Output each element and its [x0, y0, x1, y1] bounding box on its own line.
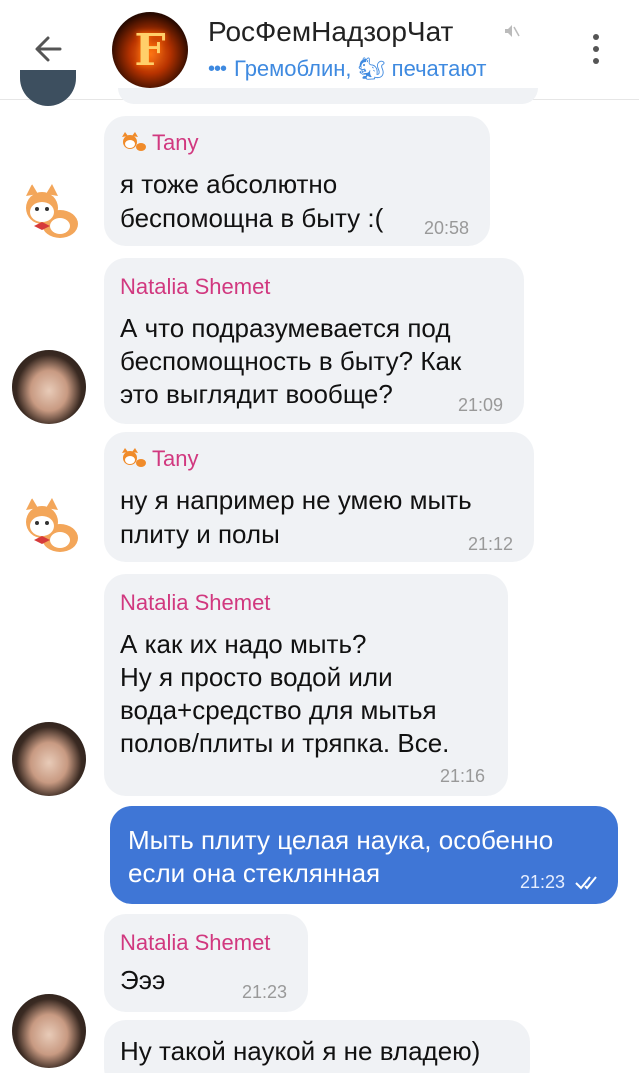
message-text-line: я тоже абсолютно	[120, 169, 338, 199]
fox-sticker-avatar[interactable]	[16, 180, 82, 246]
message-bubble[interactable]: Ну такой наукой я не владею)	[104, 1020, 530, 1073]
message-bubble[interactable]: Natalia Shemet А как их надо мыть? Ну я …	[104, 574, 508, 796]
message-sender[interactable]: Natalia Shemet	[120, 274, 270, 300]
chat-avatar[interactable]: F	[112, 12, 188, 88]
read-checkmarks-icon	[575, 876, 597, 890]
message-time: 21:23	[242, 982, 288, 1002]
message-text-line: ну я например не умею мыть	[120, 485, 472, 515]
user-avatar[interactable]	[12, 994, 86, 1068]
muted-speaker-icon	[505, 25, 520, 37]
message-text-line: вода+средство для мытья	[120, 695, 437, 725]
user-avatar[interactable]	[12, 350, 86, 424]
back-arrow-icon[interactable]	[24, 24, 74, 74]
message-text-line: беспомощна в быту :(	[120, 203, 384, 233]
chat-header: F РосФемНадзорЧат ••• Гремоблин, 🐿 печат…	[0, 0, 639, 100]
fox-sticker-avatar[interactable]	[16, 494, 82, 560]
message-time: 21:23	[520, 872, 566, 892]
message-sender[interactable]: Natalia Shemet	[120, 590, 270, 616]
message-sender[interactable]: Natalia Shemet	[120, 930, 270, 956]
fox-emoji-icon	[122, 132, 146, 151]
message-time: 21:09	[458, 395, 504, 415]
message-text-line: плиту и полы	[120, 519, 280, 549]
message-time: 20:58	[424, 218, 470, 238]
message-text-line: Эээ	[120, 965, 166, 995]
typing-indicator: ••• Гремоблин, 🐿 печатают	[208, 56, 486, 82]
message-bubble[interactable]: Natalia Shemet Эээ 21:23	[104, 914, 308, 1012]
typing-text: Гремоблин, 🐿 печатают	[234, 56, 487, 81]
avatar-partial[interactable]	[20, 70, 76, 106]
message-sender[interactable]: Tany	[120, 446, 198, 472]
message-text-line: Мыть плиту целая наука, особенно	[128, 825, 554, 855]
message-text-line: Ну я просто водой или	[120, 662, 393, 692]
message-bubble[interactable]: Natalia Shemet А что подразумевается под…	[104, 258, 524, 424]
fire-letter-icon: F	[134, 24, 166, 76]
typing-dots-icon: •••	[208, 57, 227, 80]
more-menu-icon[interactable]	[586, 30, 606, 70]
message-text-line: А что подразумевается под	[120, 313, 451, 343]
message-time: 21:16	[440, 766, 486, 786]
fox-emoji-icon	[122, 448, 146, 467]
message-text-line: Ну такой наукой я не владею)	[120, 1036, 481, 1066]
message-text-line: если она стеклянная	[128, 858, 381, 888]
message-text-line: полов/плиты и тряпка. Все.	[120, 728, 450, 758]
message-sender[interactable]: Tany	[120, 130, 198, 156]
message-time: 21:12	[468, 534, 514, 554]
message-text-line: беспомощность в быту? Как	[120, 346, 462, 376]
message-bubble[interactable]: Tany я тоже абсолютно беспомощна в быту …	[104, 116, 490, 246]
message-text-line: А как их надо мыть?	[120, 629, 367, 659]
message-bubble-partial	[118, 88, 538, 104]
message-text-line: это выглядит вообще?	[120, 379, 393, 409]
user-avatar[interactable]	[12, 722, 86, 796]
outgoing-message-bubble[interactable]: Мыть плиту целая наука, особенно если он…	[110, 806, 618, 904]
message-bubble[interactable]: Tany ну я например не умею мыть плиту и …	[104, 432, 534, 562]
chat-title[interactable]: РосФемНадзорЧат	[208, 16, 453, 48]
